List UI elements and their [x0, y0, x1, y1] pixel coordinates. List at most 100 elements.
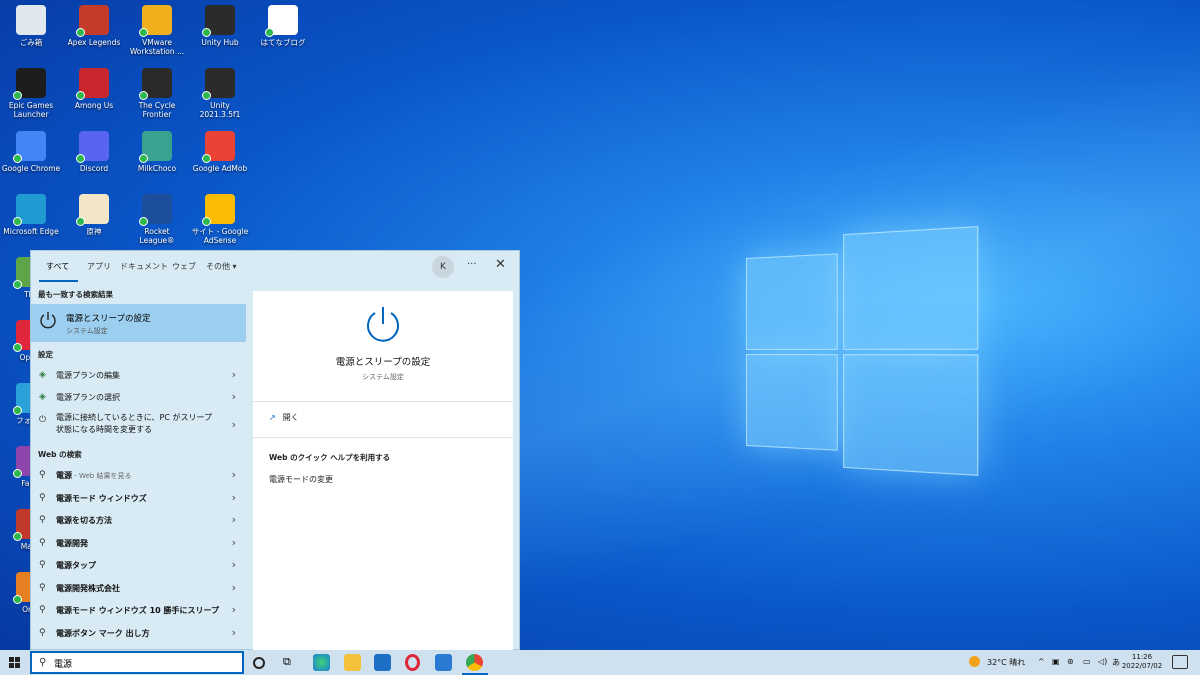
desktop-icon-label: はてなブログ: [260, 38, 306, 47]
tab-web[interactable]: ウェブ: [172, 261, 196, 272]
close-button[interactable]: ✕: [495, 257, 506, 272]
desktop-icon[interactable]: はてなブログ: [252, 5, 314, 47]
app-icon: [139, 131, 172, 163]
task-view-icon[interactable]: ⧉: [283, 655, 300, 672]
settings-item[interactable]: ⏻ 電源に接続しているときに、PC がスリープ 状態になる時間を変更する ›: [31, 409, 246, 441]
desktop-icon[interactable]: Epic Games Launcher: [0, 68, 62, 119]
web-search-label: 電源モード ウィンドウズ 10 勝手にスリープ: [56, 606, 220, 615]
ime-indicator[interactable]: あ: [1112, 657, 1120, 668]
edge-icon[interactable]: [313, 654, 330, 671]
avatar[interactable]: K: [432, 256, 454, 278]
more-options-button[interactable]: ···: [467, 259, 477, 270]
chevron-right-icon: ›: [231, 468, 236, 481]
chrome-icon[interactable]: [466, 654, 483, 671]
tray-icon[interactable]: ⊛: [1067, 657, 1074, 666]
tab-documents[interactable]: ドキュメント: [120, 261, 168, 272]
preview-pane: 電源とスリープの設定 システム設定 ↗ 開く Web のクイック ヘルプを利用する…: [253, 291, 513, 651]
web-search-item[interactable]: ⚲ 電源を切る方法 ›: [31, 509, 246, 531]
desktop-icon[interactable]: MilkChoco: [126, 131, 188, 173]
desktop-icon[interactable]: VMware Workstation ...: [126, 5, 188, 56]
chevron-right-icon: ›: [231, 368, 236, 381]
start-button[interactable]: [9, 657, 21, 669]
desktop-icon[interactable]: The Cycle Frontier: [126, 68, 188, 119]
search-icon: ⚲: [39, 537, 46, 548]
sync-check-icon: [76, 91, 85, 100]
web-search-label: 電源を切る方法: [56, 516, 112, 525]
wallpaper-windows-logo: [746, 226, 980, 476]
desktop-icon[interactable]: Google AdMob: [189, 131, 251, 173]
desktop-icon[interactable]: サイト - Google AdSense: [189, 194, 251, 245]
weather-text[interactable]: 32°C 晴れ: [987, 657, 1025, 668]
search-icon: ⚲: [39, 582, 46, 593]
sync-check-icon: [202, 154, 211, 163]
desktop-icon-label: Among Us: [74, 101, 114, 110]
search-icon: ⚲: [39, 492, 46, 503]
notification-icon[interactable]: [1172, 655, 1188, 669]
date: 2022/07/02: [1121, 662, 1163, 670]
power-icon: [40, 312, 56, 329]
web-search-item[interactable]: ⚲ 電源タップ ›: [31, 554, 246, 576]
opera-icon[interactable]: [405, 654, 420, 671]
cortana-icon[interactable]: [253, 657, 265, 669]
chevron-right-icon: ›: [231, 558, 236, 571]
divider: [253, 437, 513, 438]
tab-all[interactable]: すべて: [46, 261, 69, 272]
web-help-link[interactable]: 電源モードの変更: [269, 474, 333, 485]
volume-icon[interactable]: ◁): [1098, 657, 1107, 666]
web-search-item[interactable]: ⚲ 電源開発株式会社 ›: [31, 577, 246, 599]
desktop-icon[interactable]: Discord: [63, 131, 125, 173]
desktop-icon[interactable]: Unity Hub: [189, 5, 251, 47]
best-match-item[interactable]: 電源とスリープの設定 システム設定: [31, 304, 246, 342]
file-explorer-icon[interactable]: [344, 654, 361, 671]
desktop-icon[interactable]: Among Us: [63, 68, 125, 110]
desktop-icon-label: VMware Workstation ...: [129, 38, 185, 56]
web-search-item[interactable]: ⚲ 電源開発 ›: [31, 532, 246, 554]
web-search-item[interactable]: ⚲ 電源ボタン マーク 出し方 ›: [31, 622, 246, 644]
clock[interactable]: 11:26 2022/07/02: [1120, 653, 1164, 671]
desktop-icon[interactable]: Microsoft Edge: [0, 194, 62, 236]
search-input[interactable]: [54, 656, 234, 670]
tray-icon[interactable]: ▣: [1052, 657, 1060, 666]
web-search-label: 電源 - Web 結果を見る: [56, 471, 132, 480]
desktop-icon[interactable]: ごみ箱: [0, 5, 62, 47]
search-icon: ⚲: [39, 470, 46, 480]
tab-apps[interactable]: アプリ: [87, 261, 111, 272]
web-search-item[interactable]: ⚲ 電源 - Web 結果を見る ›: [31, 464, 246, 486]
desktop-icon[interactable]: Rocket League®: [126, 194, 188, 245]
power-icon: ⏻: [39, 415, 47, 425]
sync-check-icon: [139, 91, 148, 100]
app-icon: [76, 131, 109, 163]
app-icon: [16, 5, 46, 35]
web-help-header: Web のクイック ヘルプを利用する: [269, 453, 391, 462]
app-icon: [139, 68, 172, 100]
tab-more[interactable]: その他 ▾: [206, 261, 237, 272]
search-box[interactable]: ⚲: [30, 651, 244, 674]
sync-check-icon: [13, 406, 22, 415]
web-search-item[interactable]: ⚲ 電源モード ウィンドウズ 10 勝手にスリープ ›: [31, 599, 246, 621]
desktop-icon-label: Google AdMob: [192, 164, 248, 173]
open-button[interactable]: ↗ 開く: [269, 412, 299, 423]
chevron-up-icon[interactable]: ^: [1038, 657, 1045, 666]
sync-check-icon: [13, 469, 22, 478]
web-search-item[interactable]: ⚲ 電源モード ウィンドウズ ›: [31, 487, 246, 509]
desktop-icon[interactable]: Apex Legends: [63, 5, 125, 47]
network-icon[interactable]: ▭: [1083, 657, 1091, 666]
chevron-right-icon: ›: [231, 625, 236, 639]
power-icon: [367, 307, 399, 342]
search-icon: ⚲: [39, 605, 46, 615]
settings-item[interactable]: ◈ 電源プランの編集 ›: [31, 364, 246, 386]
app-icon: [202, 68, 235, 100]
search-menu: すべて アプリ ドキュメント ウェブ その他 ▾ K ··· ✕ 最も一致する検…: [30, 250, 520, 651]
desktop-icon[interactable]: Google Chrome: [0, 131, 62, 173]
desktop-icon[interactable]: 原神: [63, 194, 125, 236]
app-icon: [13, 68, 46, 100]
weather-icon: [969, 656, 980, 667]
store-icon[interactable]: [374, 654, 391, 671]
chevron-right-icon: ›: [231, 418, 236, 431]
desktop-icon[interactable]: Unity 2021.3.5f1: [189, 68, 251, 119]
settings-item[interactable]: ◈ 電源プランの選択 ›: [31, 386, 246, 408]
search-tabs: すべて アプリ ドキュメント ウェブ その他 ▾ K ··· ✕: [31, 251, 519, 285]
desktop-icon-label: Google Chrome: [1, 164, 61, 173]
mail-icon[interactable]: [435, 654, 452, 671]
sync-check-icon: [13, 343, 22, 352]
